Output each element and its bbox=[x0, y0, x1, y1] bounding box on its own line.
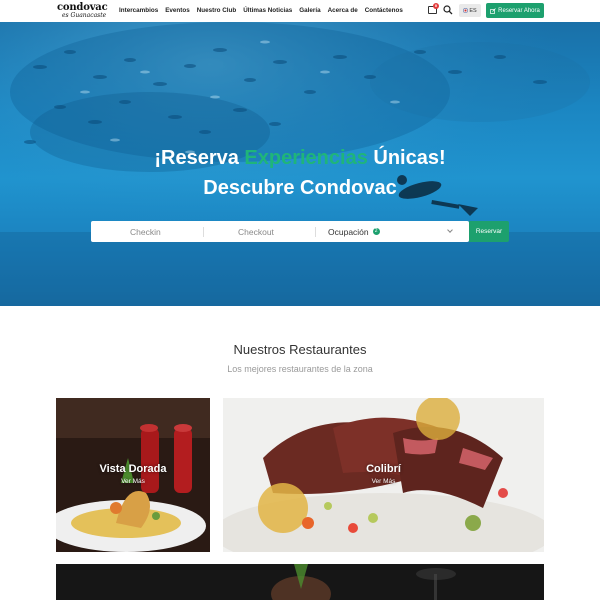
language-label: ES bbox=[469, 7, 477, 14]
nav-link-noticias[interactable]: Últimas Noticias bbox=[243, 7, 292, 14]
nav-link-acerca[interactable]: Acerca de bbox=[328, 7, 358, 14]
booking-divider bbox=[315, 227, 316, 237]
external-link-icon bbox=[490, 7, 496, 14]
hero-headline-end: Únicas! bbox=[367, 147, 446, 169]
hero-subheadline: Descubre Condovac bbox=[203, 177, 397, 199]
chat-count-badge: 0 bbox=[433, 3, 439, 9]
hero-headline: ¡Reserva Experiencias Únicas! bbox=[0, 147, 600, 170]
restaurant-more-link[interactable]: Ver Más bbox=[56, 478, 210, 485]
top-navbar: condovac es Guanacaste Intercambios Even… bbox=[0, 0, 600, 22]
vista-dorada-photo bbox=[56, 398, 210, 552]
restaurant-name: Colibrí bbox=[366, 463, 401, 475]
booking-divider bbox=[203, 227, 204, 237]
restaurant-card-vista-dorada[interactable]: Vista Dorada Ver Más bbox=[56, 398, 210, 552]
nav-link-contactenos[interactable]: Contáctenos bbox=[365, 7, 403, 14]
reserve-now-button[interactable]: Reservar Ahora bbox=[486, 3, 544, 18]
restaurant-card-third[interactable] bbox=[56, 564, 544, 600]
nav-link-intercambios[interactable]: Intercambios bbox=[119, 7, 158, 14]
occupancy-select[interactable]: Ocupación 2 bbox=[328, 221, 380, 242]
restaurants-section-subtitle: Los mejores restaurantes de la zona bbox=[227, 364, 373, 374]
restaurant-more-link[interactable]: Ver Más bbox=[223, 478, 544, 485]
booking-bar: Checkin Checkout Ocupación 2 bbox=[91, 221, 469, 242]
hero-headline-accent: Experiencias bbox=[244, 147, 368, 169]
occupancy-label: Ocupación bbox=[328, 226, 369, 237]
restaurant-photo bbox=[56, 564, 544, 600]
main-menu: Intercambios Eventos Nuestro Club Última… bbox=[119, 7, 410, 14]
flag-icon bbox=[463, 8, 469, 13]
hero-headline-start: ¡Reserva bbox=[154, 147, 245, 169]
logo-tagline: es Guanacaste bbox=[62, 12, 107, 19]
colibri-photo bbox=[223, 398, 544, 552]
occupancy-count-badge: 2 bbox=[372, 228, 380, 235]
booking-reserve-button[interactable]: Reservar bbox=[469, 221, 509, 242]
condovac-logo[interactable]: condovac es Guanacaste bbox=[57, 2, 111, 20]
hero-banner: ¡Reserva Experiencias Únicas! Descubre C… bbox=[0, 22, 600, 306]
search-icon[interactable] bbox=[443, 5, 453, 15]
restaurant-card-colibri[interactable]: Colibrí Ver Más bbox=[223, 398, 544, 552]
nav-link-galeria[interactable]: Galería bbox=[299, 7, 320, 14]
language-selector[interactable]: ES bbox=[459, 4, 481, 17]
checkout-field[interactable]: Checkout bbox=[238, 221, 274, 242]
nav-link-nuestro-club[interactable]: Nuestro Club bbox=[197, 7, 237, 14]
reserve-now-label: Reservar Ahora bbox=[498, 7, 540, 14]
restaurants-section-title: Nuestros Restaurantes bbox=[233, 342, 367, 357]
nav-link-eventos[interactable]: Eventos bbox=[165, 7, 190, 14]
chevron-down-icon[interactable] bbox=[447, 227, 453, 233]
restaurant-name: Vista Dorada bbox=[99, 463, 167, 475]
checkin-field[interactable]: Checkin bbox=[130, 221, 161, 242]
